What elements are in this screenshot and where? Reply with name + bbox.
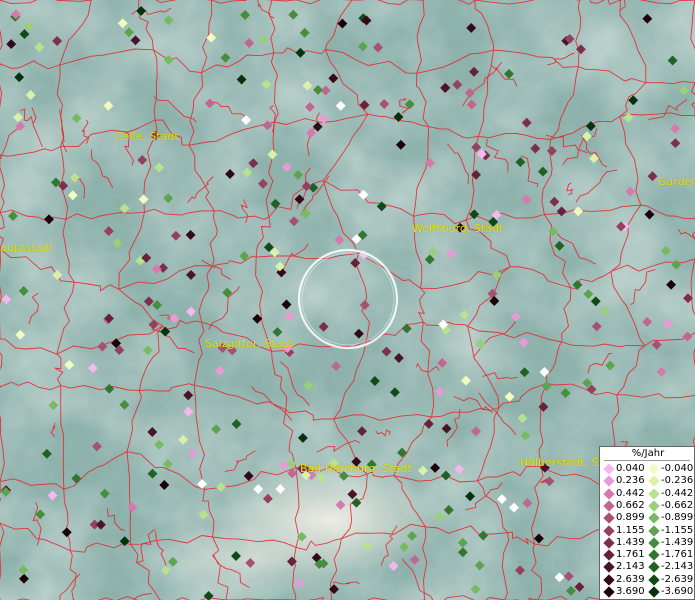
legend-value-negative: -0.236 xyxy=(661,475,694,487)
legend-value-negative: -0.040 xyxy=(661,463,694,474)
legend-row: 1.761 -1.761 xyxy=(602,549,694,561)
map-canvas[interactable] xyxy=(0,0,695,600)
legend-swatch-positive xyxy=(603,487,615,500)
legend-swatch-positive xyxy=(603,500,615,512)
legend-swatch-positive xyxy=(603,475,615,487)
legend-value-positive: 3.690 xyxy=(616,586,645,597)
legend-swatch-negative xyxy=(648,487,660,500)
legend-swatch-negative xyxy=(648,549,660,561)
legend-swatch-negative xyxy=(648,524,660,537)
legend-swatch-negative xyxy=(648,586,660,598)
legend-row: 3.690 -3.690 xyxy=(602,586,694,598)
legend-row: 0.662 -0.662 xyxy=(602,500,694,512)
legend-row: 1.155 -1.155 xyxy=(602,525,694,537)
legend-swatch-negative xyxy=(648,475,660,487)
legend-swatch-positive xyxy=(603,586,615,598)
legend-value-positive: 1.761 xyxy=(616,549,645,561)
map-legend: %/Jahr 0.040 -0.040 0.236 -0.236 0.442 -0.442… xyxy=(599,446,695,600)
legend-swatch-positive xyxy=(603,549,615,561)
legend-row: 2.639 -2.639 xyxy=(602,574,694,586)
legend-swatch-negative xyxy=(648,500,660,512)
legend-row: 1.439 -1.439 xyxy=(602,537,694,549)
city-label-bad-harzburg: Bad Harzburg, Stadt xyxy=(300,462,412,475)
city-label-wolfsburg: Wolfsburg, Stadt xyxy=(412,222,504,235)
legend-value-negative: -1.155 xyxy=(661,524,694,536)
map-view[interactable]: Celle, Stadt Wolfsburg, Stadt Salzgitter… xyxy=(0,0,695,600)
legend-value-positive: 0.662 xyxy=(616,499,645,511)
legend-value-negative: -0.899 xyxy=(661,512,694,524)
legend-value-negative: -0.662 xyxy=(661,499,694,511)
legend-swatch-positive xyxy=(603,574,615,586)
legend-value-positive: 0.236 xyxy=(616,475,645,487)
legend-row: 0.899 -0.899 xyxy=(602,512,694,524)
legend-swatch-negative xyxy=(648,463,660,475)
legend-value-positive: 1.155 xyxy=(616,524,645,536)
legend-swatch-positive xyxy=(603,463,615,475)
legend-value-negative: -3.690 xyxy=(661,586,694,597)
legend-value-negative: -2.639 xyxy=(661,573,694,585)
legend-row: 2.143 -2.143 xyxy=(602,561,694,574)
legend-swatch-negative xyxy=(648,537,660,549)
legend-value-negative: -0.442 xyxy=(661,487,694,499)
legend-swatch-positive xyxy=(603,524,615,537)
city-label-salzgitter: Salzgitter, Stadt xyxy=(205,337,294,350)
legend-value-positive: 1.439 xyxy=(616,536,645,548)
legend-value-positive: 2.639 xyxy=(616,573,645,585)
legend-title: %/Jahr xyxy=(631,448,665,459)
legend-row: 0.236 -0.236 xyxy=(602,475,694,487)
legend-value-negative: -1.439 xyxy=(661,536,694,548)
legend-divider xyxy=(604,460,690,461)
legend-value-positive: 2.143 xyxy=(616,561,645,573)
legend-value-positive: 0.040 xyxy=(616,463,645,474)
city-label-celle: Celle, Stadt xyxy=(115,130,179,143)
legend-swatch-negative xyxy=(648,512,660,524)
legend-swatch-negative xyxy=(648,574,660,586)
legend-swatch-positive xyxy=(603,561,615,574)
legend-row: 0.040 -0.040 xyxy=(602,463,694,475)
legend-value-negative: -1.761 xyxy=(661,549,694,561)
city-label-hauptstadt: auptstadt xyxy=(0,241,54,254)
legend-swatch-positive xyxy=(603,512,615,524)
legend-value-positive: 0.899 xyxy=(616,512,645,524)
legend-value-positive: 0.442 xyxy=(616,487,645,499)
city-label-gardelegen: Gardele xyxy=(658,175,695,188)
legend-swatch-negative xyxy=(648,561,660,574)
legend-row: 0.442 -0.442 xyxy=(602,488,694,500)
legend-swatch-positive xyxy=(603,537,615,549)
legend-value-negative: -2.143 xyxy=(661,561,694,573)
